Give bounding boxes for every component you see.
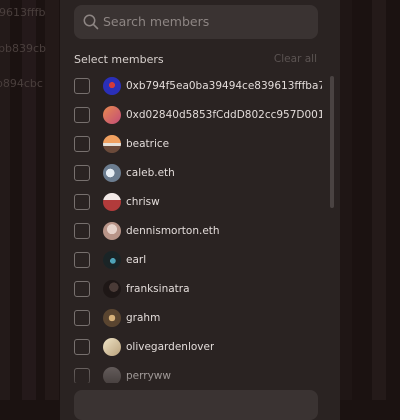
member-row[interactable]: chrisw bbox=[74, 189, 324, 218]
member-row[interactable]: beatrice bbox=[74, 131, 324, 160]
member-checkbox[interactable] bbox=[74, 281, 90, 297]
section-title: Select members bbox=[74, 53, 164, 66]
member-checkbox[interactable] bbox=[74, 107, 90, 123]
search-input[interactable]: Search members bbox=[74, 5, 318, 39]
member-row[interactable]: 0xd02840d5853fCddD802cc957D001... bbox=[74, 102, 324, 131]
confirm-button[interactable] bbox=[74, 390, 318, 420]
avatar bbox=[103, 164, 121, 182]
member-checkbox[interactable] bbox=[74, 194, 90, 210]
avatar bbox=[103, 280, 121, 298]
avatar bbox=[103, 222, 121, 240]
member-checkbox[interactable] bbox=[74, 310, 90, 326]
member-row[interactable]: 0xb794f5ea0ba39494ce839613fffba7... bbox=[74, 73, 324, 102]
member-row[interactable]: earl bbox=[74, 247, 324, 276]
member-name: 0xd02840d5853fCddD802cc957D001... bbox=[126, 109, 322, 121]
background-text: 39613fffb bbox=[0, 6, 46, 19]
avatar bbox=[103, 193, 121, 211]
scrollbar[interactable] bbox=[330, 76, 334, 208]
member-name: dennismorton.eth bbox=[126, 225, 220, 237]
avatar bbox=[103, 77, 121, 95]
member-checkbox[interactable] bbox=[74, 165, 90, 181]
member-name: franksinatra bbox=[126, 283, 190, 295]
clear-all-button[interactable]: Clear all bbox=[274, 53, 317, 65]
member-checkbox[interactable] bbox=[74, 252, 90, 268]
member-checkbox[interactable] bbox=[74, 223, 90, 239]
member-name: 0xb794f5ea0ba39494ce839613fffba7... bbox=[126, 80, 322, 92]
avatar bbox=[103, 251, 121, 269]
avatar bbox=[103, 338, 121, 356]
background-text: cbb839cb bbox=[0, 42, 47, 55]
member-name: earl bbox=[126, 254, 147, 266]
member-list: 0xb794f5ea0ba39494ce839613fffba7... 0xd0… bbox=[74, 73, 324, 383]
member-row[interactable]: dennismorton.eth bbox=[74, 218, 324, 247]
member-name: chrisw bbox=[126, 196, 160, 208]
search-icon bbox=[83, 14, 99, 30]
search-placeholder: Search members bbox=[103, 14, 210, 29]
avatar bbox=[103, 106, 121, 124]
member-name: caleb.eth bbox=[126, 167, 175, 179]
avatar bbox=[103, 309, 121, 327]
member-row[interactable]: grahm bbox=[74, 305, 324, 334]
member-name: beatrice bbox=[126, 138, 170, 150]
member-row[interactable]: franksinatra bbox=[74, 276, 324, 305]
member-name: olivegardenlover bbox=[126, 341, 215, 353]
member-checkbox[interactable] bbox=[74, 339, 90, 355]
member-row[interactable]: caleb.eth bbox=[74, 160, 324, 189]
avatar bbox=[103, 135, 121, 153]
member-checkbox[interactable] bbox=[74, 136, 90, 152]
member-checkbox[interactable] bbox=[74, 78, 90, 94]
member-name: grahm bbox=[126, 312, 161, 324]
member-row[interactable]: olivegardenlover bbox=[74, 334, 324, 363]
background-text: fb894cbc bbox=[0, 77, 43, 90]
